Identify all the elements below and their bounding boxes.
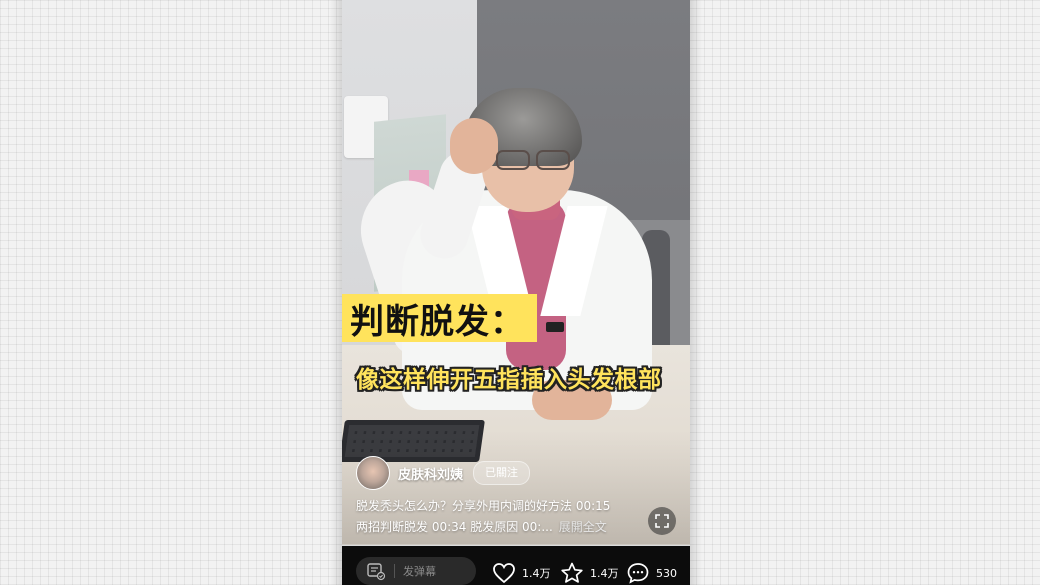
comment-icon [627,563,649,584]
like-count: 1.4万 [522,567,551,580]
fullscreen-icon [655,514,669,528]
left-backdrop-shadow [330,0,342,585]
star-icon [561,562,583,583]
favorite-button[interactable]: 1.4万 [560,562,619,584]
comment-count: 530 [656,566,677,580]
avatar[interactable] [356,456,390,490]
like-button[interactable]: 1.4万 [492,562,551,584]
right-backdrop-shadow [690,0,702,585]
caption-title: 判断脱发： [342,294,537,342]
danmu-placeholder: 发弹幕 [403,565,436,578]
author-name[interactable]: 皮肤科刘姨 [398,464,463,483]
description-line-2-text: 两招判断脱发 00:34 脱发原因 00:... [356,520,553,534]
caption-subtitle: 像这样伸开五指插入头发根部 [356,367,662,393]
video-frame[interactable]: 判断脱发： 像这样伸开五指插入头发根部 皮肤科刘姨 已關注 脱发秃头怎么办？分享… [342,0,690,545]
follow-button[interactable]: 已關注 [473,461,531,485]
fullscreen-button[interactable] [648,507,676,535]
description-line-2: 两招判断脱发 00:34 脱发原因 00:... 展開全文 [356,518,607,535]
danmu-input[interactable]: 发弹幕 [356,557,476,585]
expand-text-button[interactable]: 展開全文 [559,520,607,534]
description-line-1: 脱发秃头怎么办？分享外用内调的好方法 00:15 [356,499,611,513]
glasses [496,150,570,170]
author-row: 皮肤科刘姨 已關注 [356,456,531,490]
hand-in-hair [450,118,498,174]
favorite-count: 1.4万 [590,567,619,580]
comment-button[interactable]: 530 [626,562,677,584]
video-player[interactable]: 判断脱发： 像这样伸开五指插入头发根部 皮肤科刘姨 已關注 脱发秃头怎么办？分享… [342,0,690,585]
bottom-action-bar: 发弹幕 1.4万 1.4万 530 [342,546,690,585]
lapel-mic [546,322,564,332]
heart-icon [493,563,515,584]
danmu-icon [366,561,386,581]
danmu-divider [394,564,395,578]
